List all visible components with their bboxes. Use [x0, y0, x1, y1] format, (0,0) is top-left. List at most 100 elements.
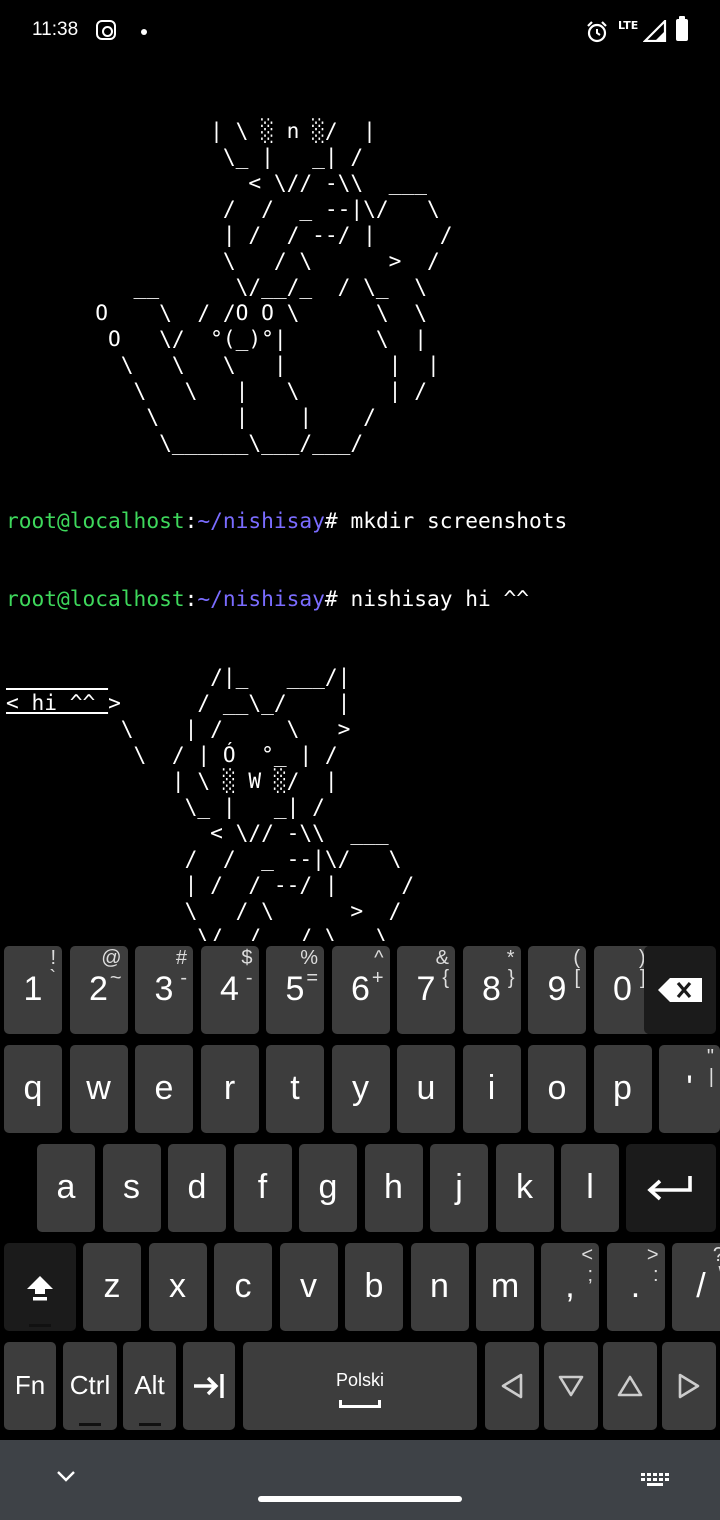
key-label: y: [352, 1069, 369, 1107]
key-s[interactable]: s: [102, 1144, 161, 1232]
key-x[interactable]: x: [148, 1243, 207, 1331]
key-y[interactable]: y: [331, 1045, 390, 1133]
key-q[interactable]: q: [4, 1045, 62, 1133]
tab-key[interactable]: [183, 1342, 235, 1430]
prompt-user: root@localhost: [6, 586, 185, 611]
terminal-line: < hi ^^ > / __\_/ |: [6, 690, 720, 716]
arrow-right-icon: [678, 1373, 700, 1399]
key-label: r: [223, 1069, 236, 1107]
key-m[interactable]: m: [476, 1243, 534, 1331]
enter-key[interactable]: [626, 1144, 716, 1232]
terminal-line: < \// -\\ ___: [6, 820, 389, 845]
backspace-icon: [658, 978, 702, 1002]
fn-key[interactable]: Fn: [4, 1342, 56, 1430]
notification-dot-icon: [141, 29, 147, 35]
key-label: f: [257, 1168, 268, 1206]
home-handle[interactable]: [258, 1496, 462, 1502]
command-text: mkdir screenshots: [337, 508, 568, 533]
key-l[interactable]: l: [561, 1144, 619, 1232]
hide-keyboard-chevron-icon[interactable]: [55, 1468, 77, 1484]
key-d[interactable]: d: [168, 1144, 226, 1232]
key-punct[interactable]: . >:: [606, 1243, 665, 1331]
arrow-up-key[interactable]: [603, 1342, 657, 1430]
key-1[interactable]: 1! `: [4, 946, 62, 1034]
key-punct[interactable]: , <;: [541, 1243, 599, 1331]
prompt-sep: :: [184, 586, 198, 611]
key-e[interactable]: e: [135, 1045, 193, 1133]
key-alt-label: +: [371, 967, 384, 989]
key-j[interactable]: j: [430, 1144, 488, 1232]
key-8[interactable]: 8 *}: [462, 946, 521, 1034]
key-v[interactable]: v: [279, 1243, 338, 1331]
terminal-line: / / _ --|\/ \: [6, 196, 440, 221]
modifier-indicator: [29, 1324, 51, 1327]
key-b[interactable]: b: [345, 1243, 403, 1331]
prompt-line: root@localhost:~/nishisay# nishisay hi ^…: [6, 586, 720, 612]
key-k[interactable]: k: [495, 1144, 554, 1232]
arrow-right-key[interactable]: [662, 1342, 716, 1430]
terminal-line: \ / | Ó °_ | /: [6, 742, 338, 767]
keyboard-switch-icon[interactable]: [640, 1472, 670, 1488]
terminal-line: \ \ | \ | /: [6, 378, 427, 403]
key-alt-label: }: [507, 967, 515, 989]
key-u[interactable]: u: [397, 1045, 455, 1133]
key-9[interactable]: 9([: [528, 946, 586, 1034]
key-label: s: [123, 1168, 140, 1206]
arrow-left-key[interactable]: [485, 1342, 539, 1430]
key-apostrophe[interactable]: ' " |: [659, 1045, 720, 1133]
key-2[interactable]: 2 @ ~: [69, 946, 128, 1034]
key-h[interactable]: h: [364, 1144, 423, 1232]
key-n[interactable]: n: [410, 1243, 469, 1331]
key-o[interactable]: o: [528, 1045, 586, 1133]
key-z[interactable]: z: [83, 1243, 141, 1331]
key-alt-label: =: [306, 967, 318, 989]
terminal-output[interactable]: | \ ░ n ░/ | \_ | _| / < \// -\\ ___ / /…: [6, 66, 720, 941]
key-0[interactable]: 0)]: [593, 946, 652, 1034]
key-alt-label: #: [175, 947, 187, 969]
arrow-down-key[interactable]: [544, 1342, 598, 1430]
soft-keyboard: 1! ` 2 @ ~3 # -4 $ -5% = 6 ^ +7 &{8 *} 9([0)] q w e r t y u i o p…: [0, 942, 720, 1440]
key-7[interactable]: 7 &{: [397, 946, 455, 1034]
key-g[interactable]: g: [299, 1144, 357, 1232]
key-t[interactable]: t: [266, 1045, 324, 1133]
key-6[interactable]: 6 ^ +: [331, 946, 390, 1034]
tab-icon: [194, 1374, 224, 1398]
space-key[interactable]: Polski: [243, 1342, 477, 1430]
ctrl-key[interactable]: Ctrl: [63, 1342, 117, 1430]
alt-key[interactable]: Alt: [123, 1342, 176, 1430]
key-alt-label: ^: [374, 947, 384, 969]
key-r[interactable]: r: [200, 1045, 259, 1133]
key-label: e: [154, 1069, 174, 1107]
arrow-up-icon: [617, 1375, 643, 1397]
shift-icon: [27, 1276, 53, 1301]
key-3[interactable]: 3 # -: [135, 946, 193, 1034]
key-f[interactable]: f: [233, 1144, 292, 1232]
key-w[interactable]: w: [69, 1045, 128, 1133]
key-4[interactable]: 4 $ -: [200, 946, 259, 1034]
key-alt-label: >: [646, 1244, 659, 1266]
shift-key[interactable]: [4, 1243, 76, 1331]
key-label: v: [300, 1267, 317, 1305]
key-alt-label: %: [300, 947, 318, 969]
terminal-line: \ | / \ >: [6, 716, 351, 741]
key-i[interactable]: i: [462, 1045, 521, 1133]
clock: 11:38: [32, 19, 79, 40]
key-p[interactable]: p: [593, 1045, 652, 1133]
key-a[interactable]: a: [37, 1144, 95, 1232]
key-alt-label: :: [652, 1264, 659, 1286]
key-alt-label: &: [435, 947, 449, 969]
command-text: nishisay hi ^^: [337, 586, 530, 611]
key-label: u: [416, 1069, 436, 1107]
key-label: p: [613, 1069, 632, 1107]
key-alt-label: ~: [109, 967, 122, 989]
key-alt-label: {: [442, 967, 449, 989]
key-alt-label: $: [241, 947, 253, 969]
key-c[interactable]: c: [214, 1243, 272, 1331]
key-label: c: [234, 1267, 252, 1305]
terminal-line: __ \/__/_ / \_ \: [6, 274, 427, 299]
prompt-user: root@localhost: [6, 508, 185, 533]
key-punct[interactable]: /?\: [672, 1243, 720, 1331]
backspace-key[interactable]: [644, 946, 716, 1034]
key-alt-label: <: [581, 1244, 593, 1266]
key-5[interactable]: 5% =: [266, 946, 324, 1034]
